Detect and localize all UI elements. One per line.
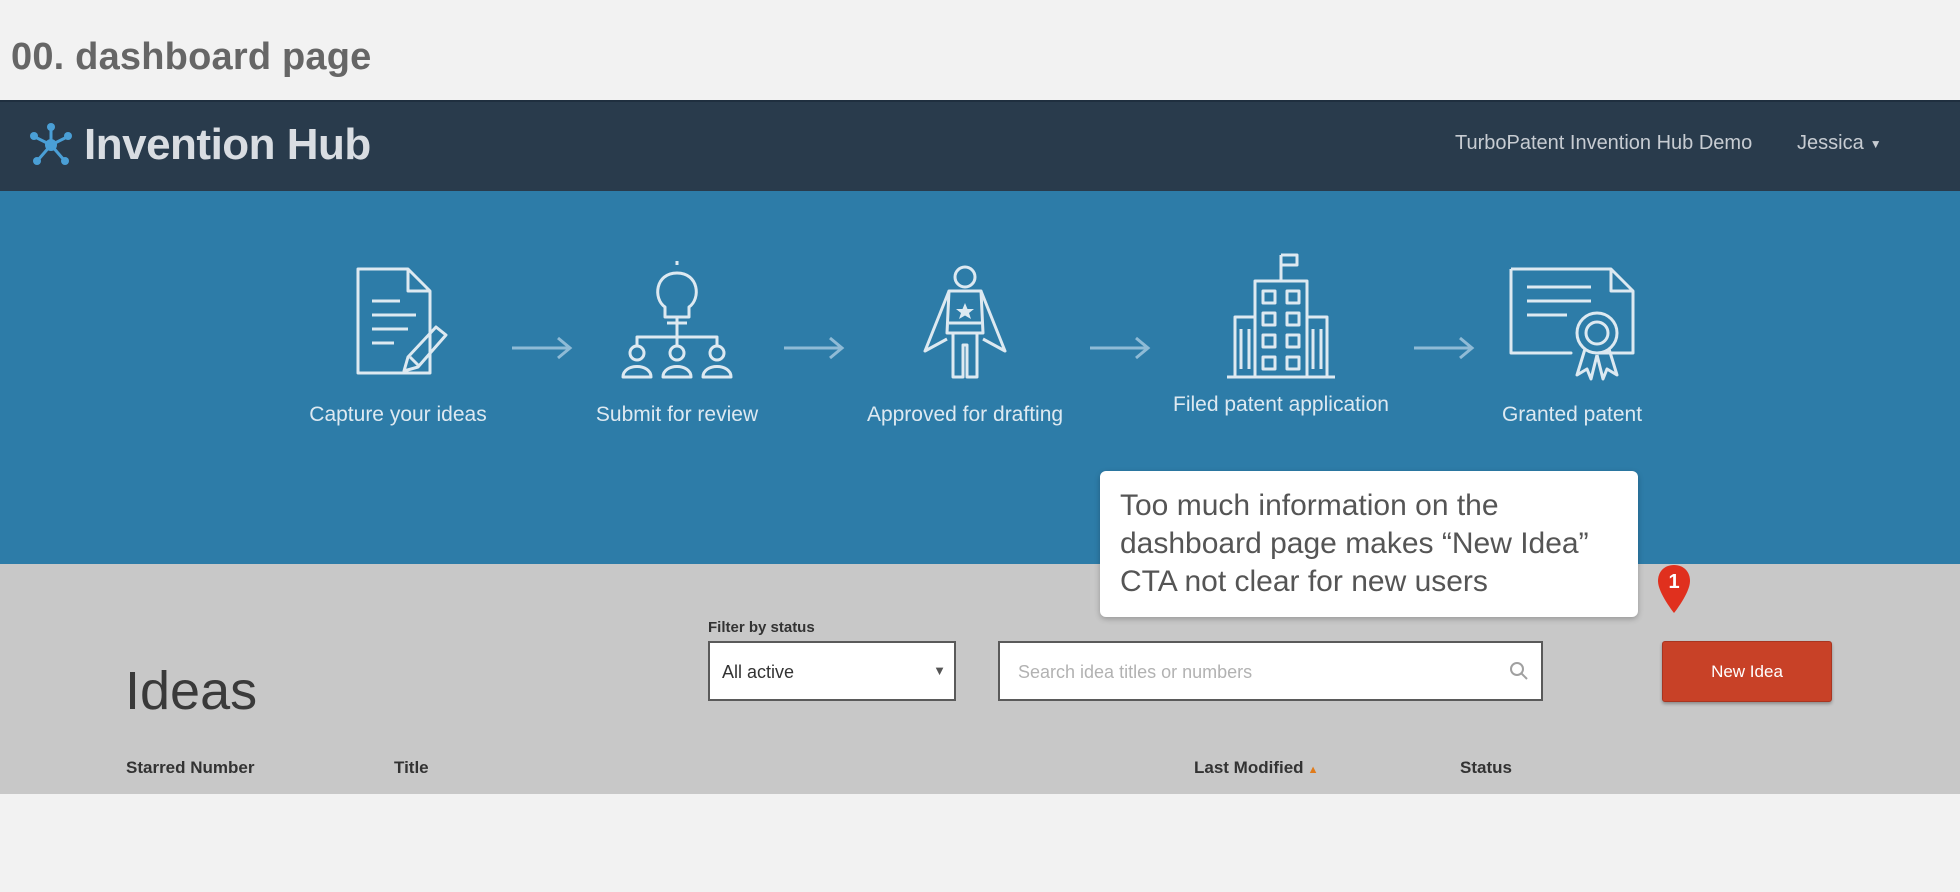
demo-link[interactable]: TurboPatent Invention Hub Demo bbox=[1455, 132, 1752, 155]
step-capture: Capture your ideas bbox=[300, 261, 496, 427]
annotation-callout: Too much information on the dashboard pa… bbox=[1100, 471, 1638, 617]
step-label: Capture your ideas bbox=[309, 403, 487, 426]
filter-label: Filter by status bbox=[708, 619, 815, 636]
annotation-number: 1 bbox=[1668, 571, 1679, 593]
step-granted: Granted patent bbox=[1496, 261, 1648, 427]
document-pencil-icon bbox=[356, 267, 448, 375]
arrow-right-icon bbox=[512, 336, 573, 360]
filter-value: All active bbox=[722, 662, 795, 682]
search-icon[interactable] bbox=[1509, 661, 1529, 681]
step-filed: Filed patent application bbox=[1170, 253, 1392, 417]
column-header-last-modified[interactable]: Last Modified ▲ bbox=[1194, 758, 1318, 778]
page-label: 00. dashboard page bbox=[11, 36, 372, 78]
logo-text: Invention Hub bbox=[84, 120, 371, 169]
ideas-heading: Ideas bbox=[125, 661, 258, 721]
step-approved: Approved for drafting bbox=[862, 261, 1068, 427]
chevron-down-icon: ▼ bbox=[1869, 136, 1882, 151]
arrow-right-icon bbox=[1090, 336, 1151, 360]
chevron-down-icon: ▼ bbox=[933, 663, 946, 678]
step-label: Approved for drafting bbox=[866, 403, 1064, 426]
step-label: Granted patent bbox=[1501, 403, 1643, 426]
office-building-icon bbox=[1227, 253, 1335, 379]
user-name: Jessica bbox=[1797, 132, 1864, 154]
network-star-icon bbox=[30, 123, 72, 165]
search-field[interactable] bbox=[998, 641, 1543, 701]
logo[interactable]: Invention Hub bbox=[28, 120, 371, 170]
superhero-icon bbox=[923, 265, 1007, 379]
column-header-status[interactable]: Status bbox=[1460, 758, 1512, 778]
arrow-right-icon bbox=[784, 336, 845, 360]
column-header-starred-number[interactable]: Starred Number bbox=[126, 758, 254, 778]
step-label: Filed patent application bbox=[1173, 393, 1389, 416]
process-hero: Capture your ideas Submit for review App… bbox=[0, 191, 1960, 564]
column-header-label: Last Modified bbox=[1194, 758, 1304, 777]
status-filter-select[interactable]: All active ▼ bbox=[708, 641, 956, 701]
annotation-marker: 1 bbox=[1658, 565, 1690, 613]
new-idea-button[interactable]: New Idea bbox=[1662, 641, 1832, 702]
step-label: Submit for review bbox=[595, 403, 759, 426]
lightbulb-hierarchy-icon bbox=[621, 261, 733, 379]
arrow-right-icon bbox=[1414, 336, 1475, 360]
top-navbar: Invention Hub TurboPatent Invention Hub … bbox=[0, 102, 1960, 191]
sort-ascending-icon: ▲ bbox=[1307, 764, 1319, 776]
app-frame: Invention Hub TurboPatent Invention Hub … bbox=[0, 100, 1960, 794]
search-input[interactable] bbox=[1016, 657, 1500, 687]
certificate-icon bbox=[1509, 267, 1635, 381]
step-submit: Submit for review bbox=[592, 261, 762, 427]
column-header-title[interactable]: Title bbox=[394, 758, 429, 778]
user-menu[interactable]: Jessica ▼ bbox=[1797, 132, 1882, 155]
